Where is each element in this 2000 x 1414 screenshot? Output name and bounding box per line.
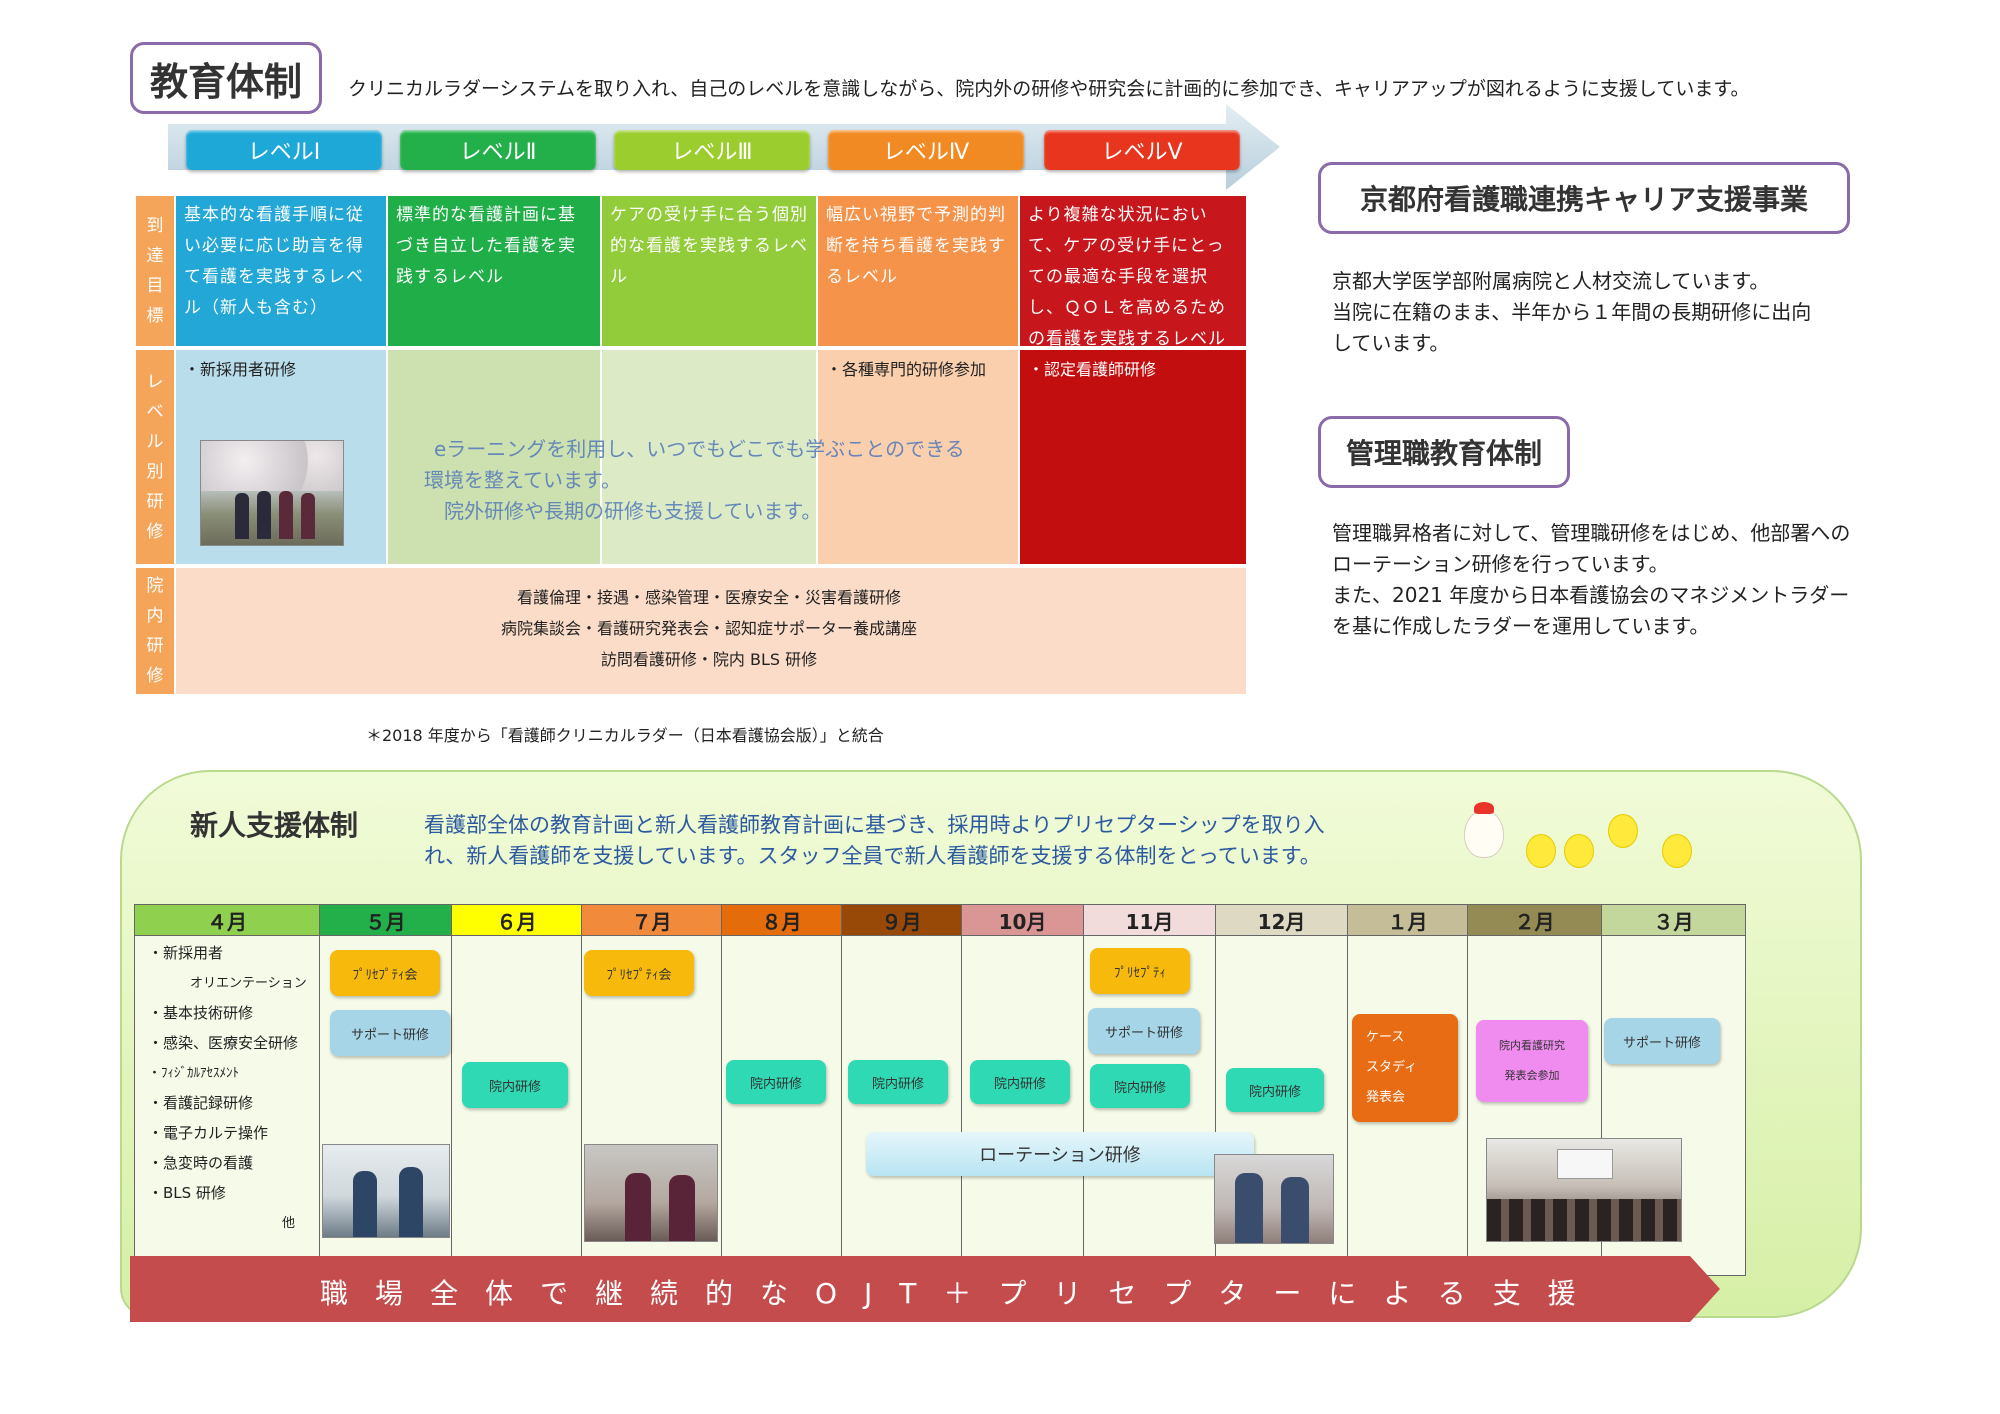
month-column-sep [842,936,962,1276]
month-header-jul: ７月 [582,904,722,936]
level-4-button: レベルⅣ [828,130,1024,170]
month-header-aug: ８月 [722,904,842,936]
ojt-banner-text: 職場全体で継続的なOJT＋プリセプターによる支援 [320,1277,1603,1310]
april-item: ・ﾌｨｼﾞｶﾙｱｾｽﾒﾝﾄ [148,1066,240,1081]
row-label-goal: 到達目標 [136,196,174,346]
training-level-4: ・各種専門的研修参加 [826,360,987,379]
kyoto-career-description: 京都大学医学部附属病院と人材交流しています。 当院に在籍のまま、半年から１年間の… [1332,269,1812,355]
education-description: クリニカルラダーシステムを取り入れ、自己のレベルを意識しながら、院内外の研修や研… [348,78,1750,100]
goal-level-3: ケアの受け手に合う個別的な看護を実践するレベル [602,196,816,346]
month-header-nov: 11月 [1084,904,1216,936]
rotation-training-bar: ローテーション研修 [866,1132,1254,1176]
training-photo-may [322,1144,450,1238]
april-item: ・看護記録研修 [148,1094,254,1112]
april-item: ・BLS 研修 [148,1184,226,1202]
month-header-oct: 10月 [962,904,1084,936]
level-1-button: レベルⅠ [186,130,382,170]
row-label-level-training: レベル別研修 [136,350,174,564]
level-3-button: レベルⅢ [614,130,810,170]
month-header-dec: 12月 [1216,904,1348,936]
level-2-button: レベルⅡ [400,130,596,170]
month-column-aug [722,936,842,1276]
april-item: ・新採用者 [148,944,224,962]
month-header-apr: ４月 [134,904,320,936]
kyoto-career-title: 京都府看護職連携キャリア支援事業 [1318,162,1850,234]
month-header-jun: ６月 [452,904,582,936]
research-presentation-photo [1486,1138,1682,1242]
month-header-feb: ２月 [1468,904,1602,936]
in-hospital-training-nov: 院内研修 [1090,1064,1190,1108]
support-training-nov: サポート研修 [1088,1008,1200,1054]
preceptee-meeting-may: ﾌﾟﾘｾﾌﾟﾃｨ会 [330,950,440,996]
preceptee-meeting-jul: ﾌﾟﾘｾﾌﾟﾃｨ会 [584,950,694,996]
training-cell-level-5 [1020,350,1246,564]
month-header-sep: ９月 [842,904,962,936]
management-education-description: 管理職昇格者に対して、管理職研修をはじめ、他部署への ローテーション研修を行って… [1332,521,1851,638]
month-header-jan: １月 [1348,904,1468,936]
goal-level-5: より複雑な状況において、ケアの受け手にとっての最適な手段を選択し、ＱＯＬを高める… [1020,196,1246,349]
goal-level-4: 幅広い視野で予測的判断を持ち看護を実践するレベル [818,196,1018,346]
in-hospital-training-list: 看護倫理・接遇・感染管理・医療安全・災害看護研修 病院集談会・看護研究発表会・認… [500,588,917,669]
month-header-may: ５月 [320,904,452,936]
support-training-may: サポート研修 [330,1010,450,1056]
in-hospital-training-aug: 院内研修 [726,1060,826,1104]
in-hospital-training-sep: 院内研修 [848,1060,948,1104]
preceptee-meeting-nov: ﾌﾟﾘｾﾌﾟﾃｨ [1090,948,1190,994]
goal-level-2: 標準的な看護計画に基づき自立した看護を実践するレベル [388,196,600,346]
staff-group-photo [200,440,344,546]
training-photo-jul [584,1144,718,1242]
row-label-in-hospital: 院内研修 [136,568,174,694]
month-header-mar: ３月 [1602,904,1746,936]
newcomer-support-title: 新人支援体制 [190,809,359,842]
management-education-title: 管理職教育体制 [1318,416,1570,488]
in-hospital-training-jun: 院内研修 [462,1062,568,1108]
april-item: ・基本技術研修 [148,1004,254,1022]
training-photo-dec [1214,1154,1334,1244]
april-item: ・急変時の看護 [148,1154,254,1172]
research-presentation-feb: 院内看護研究 発表会参加 [1476,1020,1588,1102]
april-item: オリエンテーション [190,976,307,991]
in-hospital-training-dec: 院内研修 [1226,1068,1324,1112]
newcomer-support-description: 看護部全体の教育計画と新人看護師教育計画に基づき、採用時よりプリセプターシップを… [424,813,1325,868]
ladder-note: ＊2018 年度から「看護師クリニカルラダー（日本看護協会版）」と統合 [366,726,884,745]
training-level-1: ・新採用者研修 [184,360,297,379]
april-item: 他 [282,1216,296,1231]
april-item: ・感染、医療安全研修 [148,1034,299,1052]
elearning-note: eラーニングを利用し、いつでもどこでも学ぶことのできる 環境を整えています。 院… [424,437,965,523]
april-item: ・電子カルテ操作 [148,1124,269,1142]
level-5-button: レベルⅤ [1044,130,1240,170]
support-training-mar: サポート研修 [1604,1018,1720,1064]
training-level-5: ・認定看護師研修 [1028,360,1157,379]
chick-illustration [1450,800,1710,880]
case-study-presentation-jan: ケース スタディ 発表会 [1352,1014,1458,1122]
month-column-oct [962,936,1084,1276]
goal-level-1: 基本的な看護手順に従い必要に応じ助言を得て看護を実践するレベル（新人も含む） [176,196,386,346]
in-hospital-training-oct: 院内研修 [970,1060,1070,1104]
